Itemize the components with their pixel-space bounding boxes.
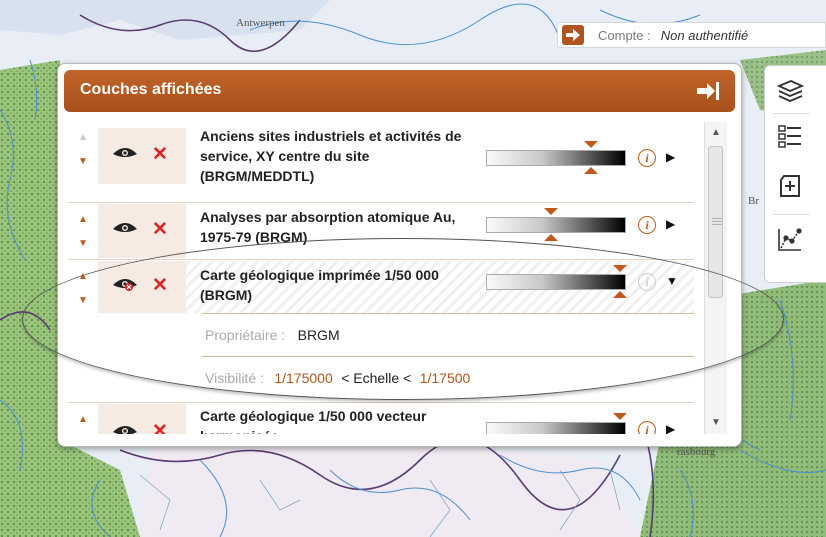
info-icon[interactable]: i	[638, 149, 656, 167]
map-label-antwerpen: Antwerpen	[236, 17, 285, 29]
highlight-ellipse	[22, 238, 784, 400]
arrow-right-icon[interactable]	[562, 25, 584, 45]
layer-name: Anciens sites industriels et activités d…	[200, 128, 462, 184]
scroll-down-icon[interactable]: ▼	[705, 414, 727, 432]
layer-row: ▲ ▼ ✕ Carte géologique 1/50 000 vecteur …	[68, 404, 694, 434]
layer-controls: ✕	[98, 404, 186, 434]
expand-icon[interactable]: ▶	[666, 217, 675, 231]
eye-icon[interactable]	[112, 220, 138, 236]
move-up-icon[interactable]: ▲	[72, 208, 94, 230]
map-label-partial: Br	[748, 195, 759, 207]
move-down-icon[interactable]: ▼	[72, 432, 94, 434]
map-graph-icon[interactable]	[775, 224, 805, 254]
expand-icon[interactable]: ▶	[666, 150, 675, 164]
move-down-icon[interactable]: ▼	[72, 150, 94, 172]
opacity-slider[interactable]	[486, 150, 626, 166]
toolbar-separator	[773, 214, 809, 215]
panel-title: Couches affichées	[80, 81, 222, 98]
move-up-icon[interactable]: ▲	[72, 408, 94, 430]
collapse-right-icon[interactable]	[695, 79, 721, 103]
delete-icon[interactable]: ✕	[152, 143, 168, 166]
map-label-strasbourg: rasbourg	[677, 446, 716, 458]
eye-icon[interactable]	[112, 423, 138, 434]
info-icon[interactable]: i	[638, 216, 656, 234]
layer-name: Carte géologique 1/50 000 vecteur harmon…	[200, 408, 427, 434]
move-down-icon[interactable]: ▼	[72, 232, 94, 254]
opacity-handle-top[interactable]	[544, 208, 558, 215]
opacity-handle-top[interactable]	[613, 413, 627, 420]
opacity-handle-bottom[interactable]	[584, 167, 598, 174]
reorder-controls: ▲ ▼	[68, 404, 98, 434]
layer-controls: ✕	[98, 204, 186, 258]
delete-icon[interactable]: ✕	[152, 218, 168, 241]
reorder-controls: ▲ ▼	[68, 122, 98, 190]
opacity-handle-bottom[interactable]	[544, 234, 558, 241]
layers-icon[interactable]	[775, 76, 805, 106]
opacity-handle-top[interactable]	[584, 141, 598, 148]
toolbar-separator	[773, 113, 809, 114]
opacity-slider[interactable]	[486, 217, 626, 233]
account-label: Compte :	[598, 27, 651, 43]
row-divider	[68, 202, 694, 203]
layer-row: ▲ ▼ ✕ Anciens sites industriels et activ…	[68, 122, 694, 190]
reorder-controls: ▲ ▼	[68, 204, 98, 260]
legend-list-icon[interactable]	[775, 122, 805, 152]
account-status[interactable]: Non authentifié	[661, 28, 748, 43]
grip-icon: — — —	[712, 213, 722, 230]
account-bar: Compte : Non authentifié	[557, 22, 826, 48]
row-divider	[68, 402, 694, 403]
opacity-slider[interactable]	[486, 422, 626, 434]
move-up-icon[interactable]: ▲	[72, 126, 94, 148]
right-toolbar	[764, 65, 826, 283]
panel-header: Couches affichées	[64, 70, 735, 112]
expand-icon[interactable]: ▶	[666, 422, 675, 434]
delete-icon[interactable]: ✕	[152, 420, 168, 434]
add-layer-icon[interactable]	[775, 170, 805, 200]
scroll-up-icon[interactable]: ▲	[705, 124, 727, 142]
layer-controls: ✕	[98, 128, 186, 184]
info-icon[interactable]: i	[638, 421, 656, 434]
eye-icon[interactable]	[112, 145, 138, 161]
